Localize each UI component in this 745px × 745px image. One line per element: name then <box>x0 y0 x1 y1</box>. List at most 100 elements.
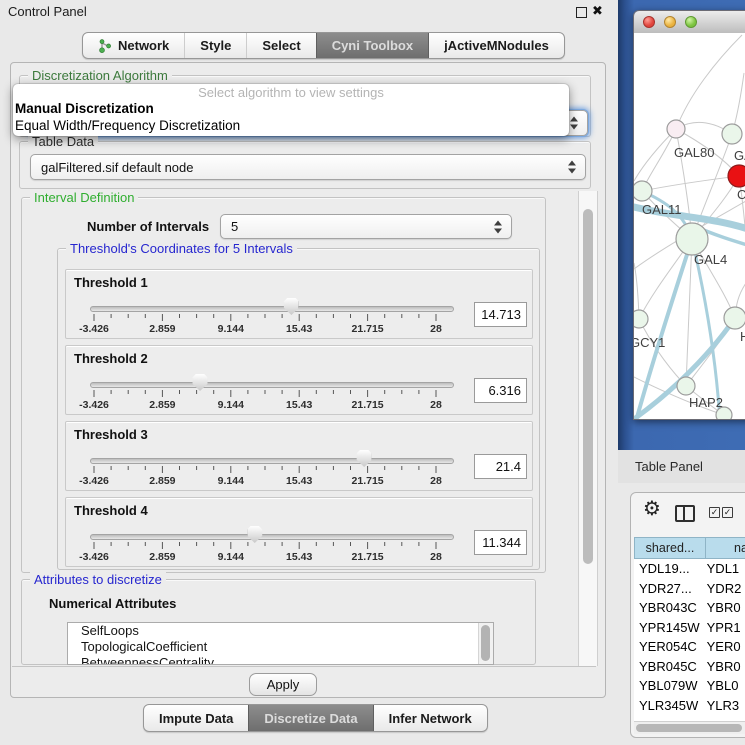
table-row[interactable]: YBR045C YBR0 <box>634 657 745 677</box>
tab-network[interactable]: Network <box>83 33 184 58</box>
table-row[interactable]: YIL052C YIL0 <box>634 715 745 719</box>
threshold-1-slider-thumb[interactable] <box>284 298 299 315</box>
list-scrollbar[interactable] <box>478 623 493 664</box>
threshold-4-value-field[interactable]: 11.344 <box>474 530 527 555</box>
network-node[interactable] <box>634 181 652 201</box>
checkbox-icon[interactable]: ✓ <box>709 507 720 518</box>
tick-label: 2.859 <box>149 323 175 335</box>
network-window-titlebar[interactable] <box>634 11 745 34</box>
tab-select-label: Select <box>262 38 300 53</box>
tab-jactivemnodules[interactable]: jActiveMNodules <box>428 33 564 58</box>
cell-name[interactable]: YBR0 <box>706 600 745 615</box>
cell-shared-name[interactable]: YDR27... <box>634 581 706 596</box>
cell-name[interactable]: YDR2 <box>706 581 745 596</box>
network-node[interactable] <box>722 124 742 144</box>
network-node[interactable] <box>677 377 695 395</box>
table-horizontal-scrollbar[interactable] <box>634 721 745 734</box>
dropdown-option-manual-discretization[interactable]: Manual Discretization <box>15 101 154 116</box>
cell-shared-name[interactable]: YPR145W <box>634 620 706 635</box>
cell-name[interactable]: YBL0 <box>706 678 745 693</box>
network-edge[interactable] <box>634 129 676 181</box>
cell-shared-name[interactable]: YDL19... <box>634 561 706 576</box>
apply-button[interactable]: Apply <box>249 673 317 696</box>
tab-infer-network[interactable]: Infer Network <box>373 705 487 731</box>
network-node[interactable] <box>724 307 745 329</box>
threshold-2-slider-track[interactable] <box>90 382 454 388</box>
threshold-3-value-field[interactable]: 21.4 <box>474 454 527 479</box>
tab-style[interactable]: Style <box>184 33 246 58</box>
tab-discretize-data[interactable]: Discretize Data <box>248 705 372 731</box>
zoom-traffic-light[interactable] <box>685 16 697 28</box>
cell-shared-name[interactable]: YIL052C <box>634 717 706 719</box>
table-row[interactable]: YDR27... YDR2 <box>634 579 745 599</box>
numerical-attributes-list[interactable]: SelfLoops TopologicalCoefficient Between… <box>67 622 494 665</box>
tab-select[interactable]: Select <box>246 33 315 58</box>
attributes-group: Attributes to discretize Numerical Attri… <box>21 579 536 665</box>
list-scrollbar-thumb[interactable] <box>481 625 490 661</box>
minimize-traffic-light[interactable] <box>664 16 676 28</box>
threshold-1-value-field[interactable]: 14.713 <box>474 302 527 327</box>
float-window-icon[interactable] <box>576 7 587 18</box>
threshold-4-slider-track[interactable] <box>90 534 454 540</box>
dropdown-option-equal-width-frequency[interactable]: Equal Width/Frequency Discretization <box>15 118 240 133</box>
gear-icon[interactable]: ⚙ <box>643 496 661 521</box>
network-node[interactable] <box>716 407 732 420</box>
network-edge[interactable] <box>642 129 676 191</box>
threshold-3-slider-track[interactable] <box>90 458 454 464</box>
table-panel-inner: ⚙ ✓ ✓ shared... na YDL19... YDL1YDR27...… <box>630 492 745 738</box>
node-table: shared... na YDL19... YDL1YDR27... YDR2Y… <box>634 537 745 733</box>
cell-shared-name[interactable]: YLR345W <box>634 698 706 713</box>
cell-name[interactable]: YER0 <box>706 639 745 654</box>
tab-cyni-toolbox[interactable]: Cyni Toolbox <box>316 33 428 58</box>
checkbox-icon[interactable]: ✓ <box>722 507 733 518</box>
threshold-1-tick-labels: -3.4262.8599.14415.4321.71528 <box>66 323 532 336</box>
table-row[interactable]: YBL079W YBL0 <box>634 676 745 696</box>
list-item[interactable]: SelfLoops <box>68 623 493 639</box>
network-node[interactable] <box>728 165 745 187</box>
threshold-2-slider-thumb[interactable] <box>193 374 208 391</box>
panel-scrollbar-thumb[interactable] <box>583 209 593 564</box>
column-layout-icon[interactable] <box>675 505 695 522</box>
column-header-name[interactable]: na <box>706 537 745 559</box>
network-edge[interactable] <box>676 35 742 129</box>
panel-vertical-scrollbar[interactable] <box>578 191 598 666</box>
number-of-intervals-combobox[interactable]: 5 <box>220 214 512 239</box>
cell-shared-name[interactable]: YBR045C <box>634 659 706 674</box>
cell-name[interactable]: YBR0 <box>706 659 745 674</box>
close-icon[interactable]: ✖ <box>592 3 603 19</box>
close-traffic-light[interactable] <box>643 16 655 28</box>
threshold-1-slider-track[interactable] <box>90 306 454 312</box>
table-data-combobox[interactable]: galFiltered.sif default node <box>30 154 586 180</box>
cell-name[interactable]: YIL0 <box>706 717 745 719</box>
network-node[interactable] <box>667 120 685 138</box>
tab-impute-data[interactable]: Impute Data <box>144 705 248 731</box>
table-row[interactable]: YLR345W YLR3 <box>634 696 745 716</box>
threshold-2-value-field[interactable]: 6.316 <box>474 378 527 403</box>
network-icon <box>98 39 112 53</box>
cell-shared-name[interactable]: YBL079W <box>634 678 706 693</box>
cell-name[interactable]: YPR1 <box>706 620 745 635</box>
table-hscrollbar-thumb[interactable] <box>636 724 742 732</box>
list-item[interactable]: TopologicalCoefficient <box>68 639 493 655</box>
table-row[interactable]: YPR145W YPR1 <box>634 618 745 638</box>
network-node-label: H <box>740 329 745 344</box>
cell-shared-name[interactable]: YBR043C <box>634 600 706 615</box>
threshold-4-slider-thumb[interactable] <box>247 526 262 543</box>
table-row[interactable]: YDL19... YDL1 <box>634 559 745 579</box>
cell-name[interactable]: YDL1 <box>706 561 745 576</box>
table-row[interactable]: YER054C YER0 <box>634 637 745 657</box>
network-canvas[interactable]: GAL80GALCGAL11GAL4GCY1HHAP2 <box>634 33 745 420</box>
list-item[interactable]: BetweennessCentrality <box>68 655 493 665</box>
cell-shared-name[interactable]: YER054C <box>634 639 706 654</box>
network-edge[interactable] <box>642 176 739 191</box>
network-node[interactable] <box>634 310 648 328</box>
column-header-shared-name[interactable]: shared... <box>634 537 706 559</box>
threshold-3-slider-thumb[interactable] <box>357 450 372 467</box>
tick-label: -3.426 <box>79 475 109 487</box>
network-node-label: GAL <box>734 148 745 163</box>
number-of-intervals-value: 5 <box>231 219 238 234</box>
table-row[interactable]: YBR043C YBR0 <box>634 598 745 618</box>
network-window: GAL80GALCGAL11GAL4GCY1HHAP2 <box>633 10 745 420</box>
cell-name[interactable]: YLR3 <box>706 698 745 713</box>
network-node[interactable] <box>676 223 708 255</box>
